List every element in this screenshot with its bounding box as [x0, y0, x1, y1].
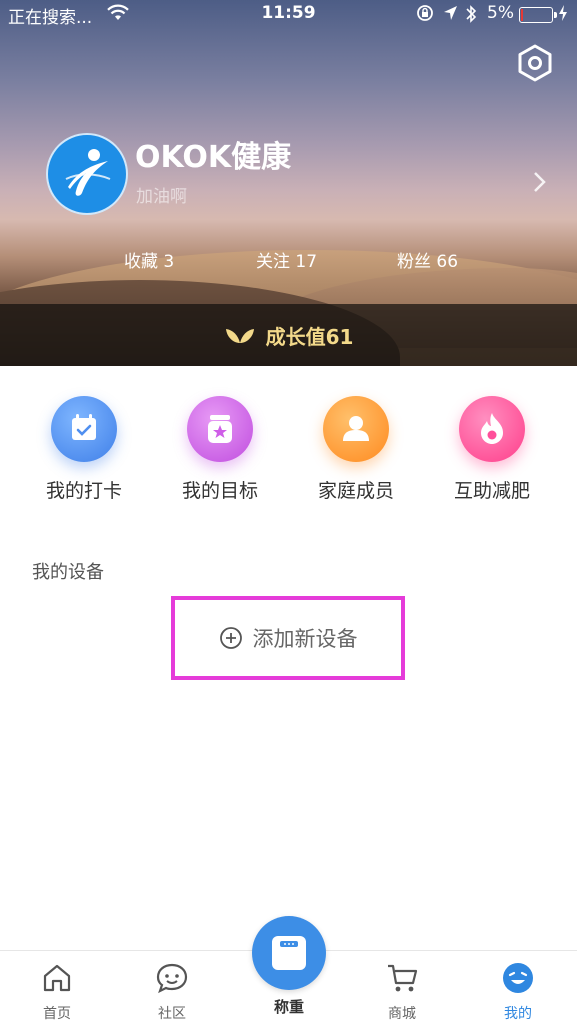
shortcut-family[interactable]: 家庭成员: [296, 396, 416, 503]
bluetooth-icon: [466, 5, 477, 23]
stat-following[interactable]: 关注 17: [256, 247, 317, 272]
shortcut-goal[interactable]: 我的目标: [160, 396, 280, 503]
cart-icon: [388, 964, 418, 992]
charging-bolt-icon: [559, 5, 567, 21]
smile-icon: [503, 963, 533, 993]
tab-label: 首页: [43, 1006, 71, 1022]
shortcut-mutual-weight-loss[interactable]: 互助减肥: [432, 396, 552, 503]
battery-percent: 5%: [487, 3, 514, 23]
battery-level: [521, 9, 523, 21]
user-motto: 加油啊: [136, 187, 187, 207]
shortcut-label: 我的打卡: [45, 480, 122, 502]
profile-stats: 收藏 3 关注 17 粉丝 66: [0, 247, 577, 273]
flame-icon: [459, 396, 525, 462]
status-bar: 正在搜索... 11:59 5%: [0, 0, 577, 28]
stat-favorites[interactable]: 收藏 3: [124, 247, 174, 272]
user-name[interactable]: OKOK健康: [135, 132, 291, 176]
location-arrow-icon: [444, 6, 457, 20]
tab-label: 商城: [388, 1006, 416, 1022]
tab-label: 社区: [158, 1006, 186, 1022]
tab-home[interactable]: 首页: [17, 961, 97, 1023]
tab-shop[interactable]: 商城: [362, 961, 442, 1023]
calendar-check-icon: [51, 396, 117, 462]
leaf-sprout-icon: [225, 329, 254, 343]
profile-header: 正在搜索... 11:59 5% OKOK健康 加油啊 收藏 3 关注 17 粉…: [0, 0, 577, 366]
chevron-right-icon[interactable]: [530, 170, 550, 194]
settings-hexagon-icon[interactable]: [514, 42, 556, 84]
tab-label: 称重: [273, 998, 304, 1016]
target-star-icon: [187, 396, 253, 462]
tab-weigh[interactable]: 称重: [252, 916, 326, 1017]
shortcut-label: 互助减肥: [453, 480, 530, 502]
add-device-button[interactable]: 添加新设备: [171, 596, 405, 680]
stat-followers[interactable]: 粉丝 66: [397, 247, 458, 272]
shortcut-label: 家庭成员: [317, 480, 394, 502]
battery-icon: [519, 7, 557, 23]
tab-community[interactable]: 社区: [132, 961, 212, 1023]
home-icon: [43, 964, 71, 992]
devices-section-title: 我的设备: [32, 562, 104, 583]
tab-mine[interactable]: 我的: [478, 961, 558, 1023]
rotation-lock-icon: [417, 5, 433, 21]
growth-value-label: 成长值61: [265, 324, 354, 349]
shortcut-checkin[interactable]: 我的打卡: [24, 396, 144, 503]
growth-value-bar[interactable]: 成长值61: [0, 304, 577, 366]
add-device-label: 添加新设备: [252, 627, 358, 651]
plus-circle-icon: [219, 627, 242, 649]
scale-icon: [252, 916, 326, 990]
chat-bubble-icon: [156, 963, 188, 994]
family-member-icon: [323, 396, 389, 462]
shortcut-label: 我的目标: [181, 480, 258, 502]
okok-logo-icon: [49, 136, 125, 212]
avatar[interactable]: [46, 133, 128, 215]
tab-label: 我的: [504, 1006, 532, 1022]
